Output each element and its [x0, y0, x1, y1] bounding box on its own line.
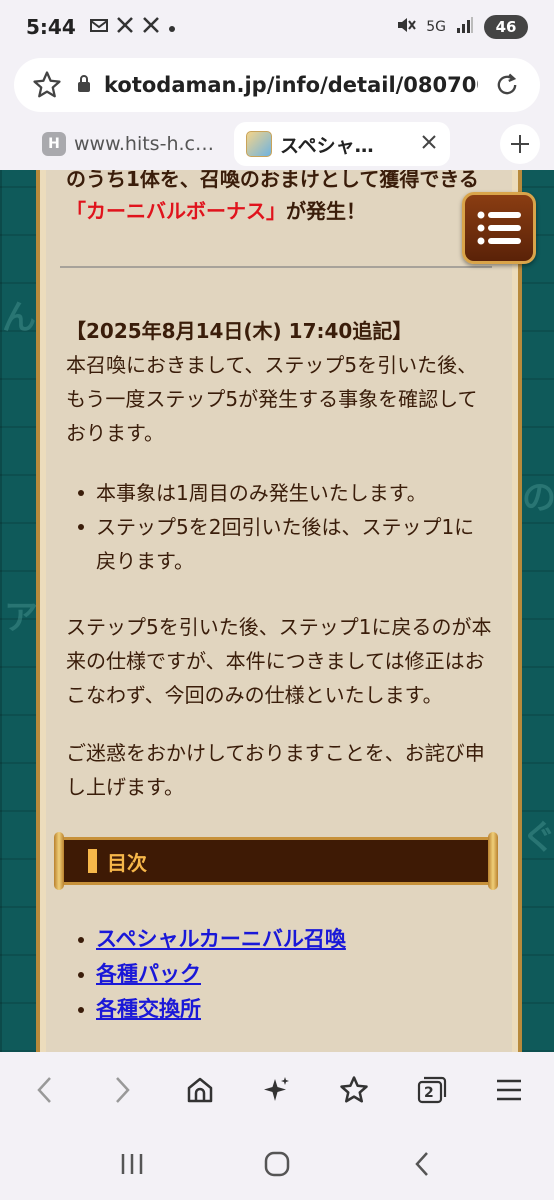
url-text[interactable]: kotodaman.jp/info/detail/080700	[104, 73, 478, 97]
system-back-icon	[414, 1152, 428, 1176]
article-card: のうち1体を、召喚のおまけとして獲得できる 「カーニバルボーナス」が発生！ 【2…	[36, 170, 522, 1052]
status-bar: 5:44 5G 46	[0, 0, 554, 54]
occurs-label: が発生！	[286, 199, 366, 223]
addendum-line: 本召喚におきまして、ステップ5を引いた後、	[66, 353, 478, 377]
menu-list-icon	[477, 211, 521, 245]
system-home-icon	[264, 1151, 290, 1177]
bookmarks-button[interactable]	[330, 1066, 378, 1114]
background-pattern: ぐ	[522, 818, 554, 858]
status-time: 5:44	[26, 15, 76, 39]
bookmark-star-icon[interactable]	[30, 68, 64, 102]
hamburger-menu-icon	[497, 1079, 522, 1101]
address-bar-container: kotodaman.jp/info/detail/080700	[0, 54, 554, 116]
apology-line: ご迷惑をおかけしておりますことを、お詫び申	[66, 741, 485, 765]
addendum-section: 【2025年8月14日(木) 17:40追記】 本召喚におきまして、ステップ5を…	[66, 314, 506, 450]
carnival-bonus-line: 「カーニバルボーナス」が発生！	[66, 194, 366, 228]
tab-strip: H www.hits-h.c… スペシャ…	[0, 118, 554, 170]
toc-link-packs[interactable]: 各種パック	[96, 962, 201, 986]
plus-icon	[511, 135, 529, 153]
system-back-button[interactable]	[398, 1140, 446, 1188]
lock-icon	[76, 73, 92, 97]
x-app-icon-2	[142, 16, 160, 39]
ai-assist-button[interactable]	[253, 1066, 301, 1114]
toc-link-list: スペシャルカーニバル召喚 各種パック 各種交換所	[66, 922, 506, 1027]
battery-indicator: 46	[484, 15, 528, 39]
recent-apps-button[interactable]	[108, 1140, 156, 1188]
kotodaman-favicon-icon	[246, 131, 272, 157]
home-icon	[187, 1077, 212, 1103]
close-tab-icon[interactable]	[420, 133, 438, 156]
background-pattern: ア	[4, 598, 38, 638]
tab-count: 2	[423, 1085, 434, 1101]
address-bar[interactable]: kotodaman.jp/info/detail/080700	[14, 58, 540, 112]
addendum-header: 【2025年8月14日(木) 17:40追記】	[66, 319, 413, 343]
signal-icon	[456, 16, 474, 38]
sparkle-icon	[263, 1077, 289, 1101]
article-text-top: のうち1体を、召喚のおまけとして獲得できる	[66, 170, 479, 191]
notification-icons	[89, 16, 176, 39]
system-navigation-bar	[0, 1128, 554, 1200]
forward-button[interactable]	[98, 1066, 146, 1114]
toc-title: 目次	[107, 850, 147, 875]
bookmarks-star-icon	[340, 1076, 369, 1103]
back-button[interactable]	[21, 1066, 69, 1114]
reload-icon[interactable]	[490, 68, 524, 102]
toc-banner: 目次	[54, 832, 498, 890]
spec-line: ステップ5を引いた後、ステップ1に戻るのが本	[66, 615, 492, 639]
x-app-icon	[116, 16, 134, 39]
spec-line: 来の仕様ですが、本件につきましては修正はお	[66, 649, 485, 673]
issue-bullet-list: 本事象は1周目のみ発生いたします。 ステップ5を2回引いた後は、ステップ1に 戻り…	[66, 476, 506, 578]
list-item: 各種交換所	[66, 992, 506, 1027]
background-pattern: の	[522, 478, 554, 518]
site-menu-button[interactable]	[462, 192, 536, 264]
forward-arrow-icon	[116, 1077, 130, 1103]
spec-line: こなわず、今回のみの仕様といたします。	[66, 683, 443, 707]
tab-hits[interactable]: H www.hits-h.c…	[14, 122, 224, 166]
tabs-button[interactable]: 2	[408, 1066, 456, 1114]
web-page[interactable]: ん ア の ぐ のうち1体を、召喚のおまけとして獲得できる 「カーニバルボーナス…	[0, 170, 554, 1052]
apology-paragraph: ご迷惑をおかけしておりますことを、お詫び申 し上げます。	[66, 736, 506, 804]
tab-title: スペシャ…	[280, 134, 374, 157]
status-indicators: 5G 46	[396, 15, 528, 39]
spec-paragraph: ステップ5を引いた後、ステップ1に戻るのが本 来の仕様ですが、本件につきましては…	[66, 610, 506, 712]
tab-title: www.hits-h.c…	[74, 133, 214, 155]
home-button[interactable]	[176, 1066, 224, 1114]
recent-apps-icon	[122, 1154, 143, 1174]
tab-favicon-h: H	[42, 132, 66, 156]
carnival-bonus-label: 「カーニバルボーナス」	[66, 199, 286, 223]
new-tab-button[interactable]	[500, 124, 540, 164]
browser-menu-button[interactable]	[485, 1066, 533, 1114]
toc-marker-icon	[88, 849, 97, 873]
list-item: スペシャルカーニバル召喚	[66, 922, 506, 957]
back-arrow-icon	[37, 1077, 51, 1103]
mail-notification-icon	[89, 17, 108, 38]
system-home-button[interactable]	[253, 1140, 301, 1188]
tab-kotodaman[interactable]: スペシャ…	[234, 122, 450, 166]
toc-link-special-carnival[interactable]: スペシャルカーニバル召喚	[96, 927, 346, 951]
mute-icon	[396, 16, 417, 38]
addendum-line: おります。	[66, 421, 164, 445]
background-pattern: ん	[2, 298, 36, 338]
list-item: ステップ5を2回引いた後は、ステップ1に 戻ります。	[66, 510, 506, 578]
network-type: 5G	[426, 19, 446, 35]
more-notifications-dot-icon	[168, 17, 176, 38]
list-item: 各種パック	[66, 957, 506, 992]
divider	[60, 266, 492, 268]
toc-link-exchange[interactable]: 各種交換所	[96, 997, 201, 1021]
browser-bottom-toolbar: 2	[0, 1052, 554, 1128]
list-item: 本事象は1周目のみ発生いたします。	[66, 476, 506, 510]
addendum-line: もう一度ステップ5が発生する事象を確認して	[66, 387, 478, 411]
apology-line: し上げます。	[66, 775, 184, 799]
